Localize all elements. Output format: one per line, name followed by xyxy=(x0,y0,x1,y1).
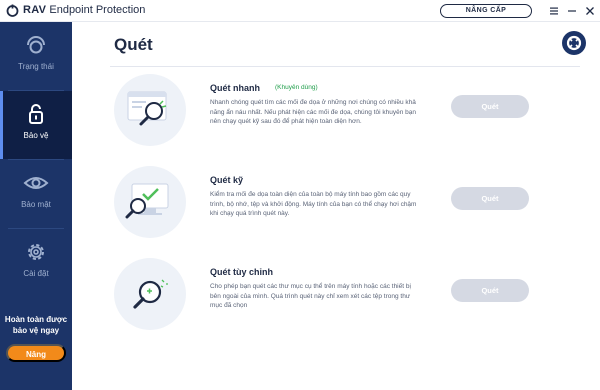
sidebar: Trạng thái Bảo vệ Bảo mật Cài đặt Hoàn t… xyxy=(0,22,72,390)
quick-scan-button[interactable]: Quét xyxy=(451,95,529,118)
minimize-icon[interactable] xyxy=(566,5,578,17)
sidebar-item-protection[interactable]: Bảo vệ xyxy=(0,91,72,159)
promo-upgrade-button[interactable]: Nâng xyxy=(6,344,66,362)
gear-icon xyxy=(28,244,44,260)
close-icon[interactable] xyxy=(584,5,596,17)
support-icon xyxy=(566,35,582,51)
quick-scan-illustration xyxy=(114,74,186,146)
app-logo-icon xyxy=(6,4,19,17)
sidebar-item-security[interactable]: Bảo mật xyxy=(0,160,72,228)
custom-scan-illustration xyxy=(114,258,186,330)
full-scan-button[interactable]: Quét xyxy=(451,187,529,210)
eye-icon xyxy=(23,177,49,189)
scan-title: Quét nhanh xyxy=(210,83,260,93)
sidebar-item-status[interactable]: Trạng thái xyxy=(0,22,72,90)
upgrade-promo: Hoàn toàn được bảo vệ ngay Nâng xyxy=(0,314,72,362)
app-title: RAV Endpoint Protection xyxy=(23,4,146,16)
recommended-badge: (Khuyên dùng) xyxy=(275,84,318,91)
scan-description: Kiểm tra mối đe dọa toàn diện của toàn b… xyxy=(210,191,417,217)
title-bar: RAV Endpoint Protection NÂNG CẤP xyxy=(0,0,600,22)
sidebar-item-settings[interactable]: Cài đặt xyxy=(0,229,72,297)
sidebar-item-label: Bảo vệ xyxy=(23,131,49,140)
sidebar-item-label: Cài đặt xyxy=(23,269,49,278)
support-button[interactable] xyxy=(562,31,586,55)
full-scan-illustration xyxy=(114,166,186,238)
promo-text: Hoàn toàn được bảo vệ ngay xyxy=(4,315,68,335)
scan-option-full: Quét kỹ Kiểm tra mối đe dọa toàn diện củ… xyxy=(72,166,600,256)
lock-icon xyxy=(29,104,43,124)
scan-option-custom: Quét tùy chỉnh Cho phép bạn quét các thư… xyxy=(72,258,600,348)
page-title: Quét xyxy=(114,35,153,54)
scan-option-quick: Quét nhanh (Khuyên dùng) Nhanh chóng qué… xyxy=(72,74,600,164)
scan-title: Quét kỹ xyxy=(210,175,244,185)
sidebar-item-label: Trạng thái xyxy=(18,62,54,71)
scan-title: Quét tùy chỉnh xyxy=(210,267,273,277)
custom-scan-button[interactable]: Quét xyxy=(451,279,529,302)
scan-description: Cho phép bạn quét các thư mục cụ thể trê… xyxy=(210,283,411,309)
upgrade-button[interactable]: NÂNG CẤP xyxy=(440,4,532,18)
title-divider xyxy=(110,66,580,67)
status-icon xyxy=(27,36,45,54)
main-panel: Quét Quét nhanh (Khuyên dùng) Nhanh chón… xyxy=(72,22,600,390)
menu-icon[interactable] xyxy=(548,5,560,17)
scan-description: Nhanh chóng quét tìm các mối đe dọa ở nh… xyxy=(210,99,416,125)
sidebar-item-label: Bảo mật xyxy=(21,200,51,209)
